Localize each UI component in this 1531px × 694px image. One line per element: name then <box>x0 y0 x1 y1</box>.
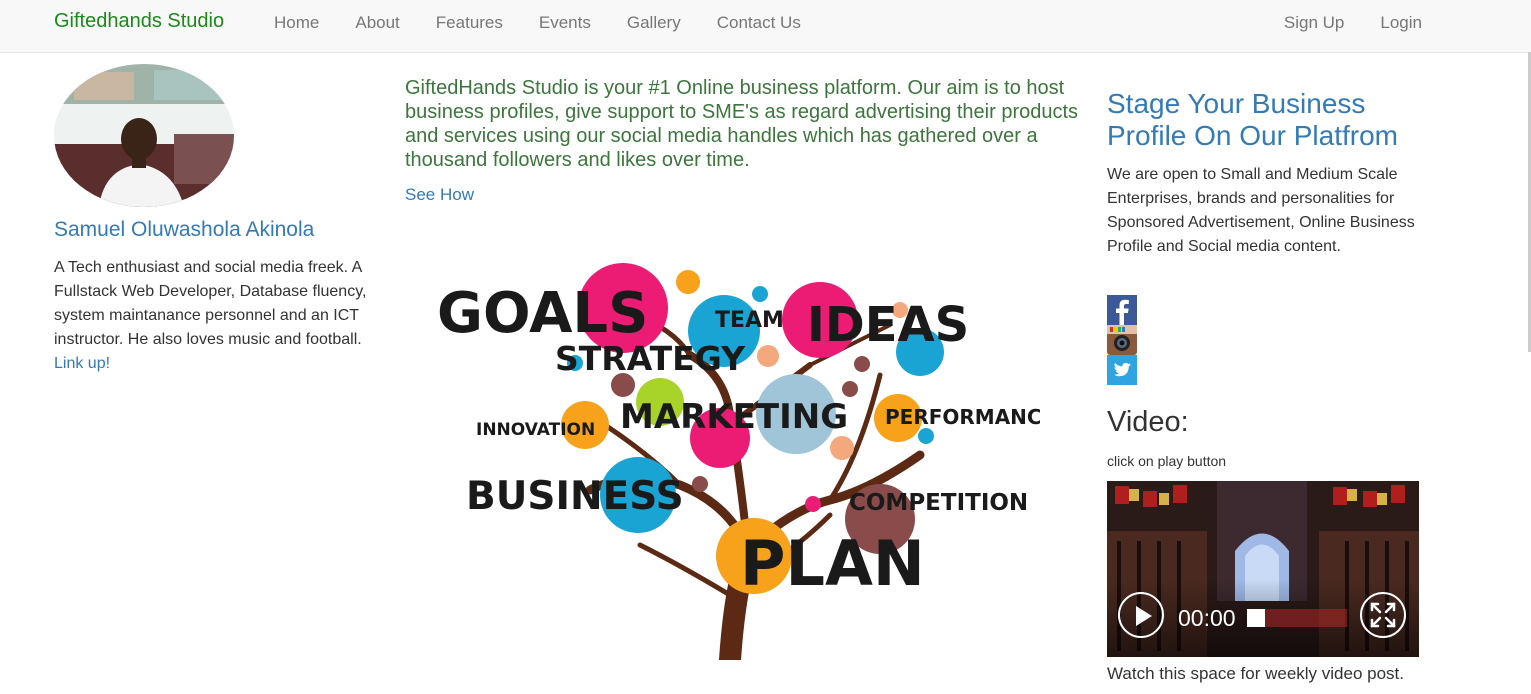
profile-bio-text: A Tech enthusiast and social media freek… <box>54 259 367 348</box>
fullscreen-icon <box>1370 602 1396 628</box>
play-button[interactable] <box>1118 592 1164 638</box>
strategy-tree-image: GOALS TEAM IDEAS STRATEGY INNOVATION MAR… <box>430 255 1055 671</box>
tree-word-performance: PERFORMANCE <box>885 405 1040 429</box>
profile-avatar <box>54 64 234 207</box>
tree-word-innovation: INNOVATION <box>476 420 595 440</box>
facebook-icon[interactable] <box>1107 295 1137 325</box>
stage-text: We are open to Small and Medium Scale En… <box>1107 166 1415 255</box>
video-caption: Watch this space for weekly video post. <box>1107 664 1405 683</box>
instagram-icon[interactable] <box>1107 325 1137 355</box>
video-time: 00:00 <box>1178 605 1236 631</box>
intro-text: GiftedHands Studio is your #1 Online bus… <box>405 77 1079 171</box>
tree-word-marketing: MARKETING <box>620 397 848 437</box>
tree-word-goals: GOALS <box>437 281 648 346</box>
tree-word-plan: PLAN <box>740 527 925 600</box>
nav-gallery[interactable]: Gallery <box>627 13 681 33</box>
seek-thumb[interactable] <box>1247 609 1265 627</box>
brand-link[interactable]: Giftedhands Studio <box>54 10 224 33</box>
tree-word-team: TEAM <box>715 308 784 333</box>
tree-word-competition: COMPETITION <box>849 490 1028 516</box>
nav-auth-links: Sign Up Login <box>1248 13 1422 33</box>
twitter-icon[interactable] <box>1107 355 1137 385</box>
login-link[interactable]: Login <box>1380 13 1422 33</box>
tree-word-business: BUSINESS <box>466 474 684 519</box>
stage-title: Stage Your Business Profile On Our Platf… <box>1107 88 1398 151</box>
seek-bar[interactable] <box>1247 609 1347 627</box>
navbar: Giftedhands Studio Home About Features E… <box>0 0 1531 53</box>
nav-events[interactable]: Events <box>539 13 591 33</box>
fullscreen-button[interactable] <box>1360 592 1406 638</box>
video-hint: click on play button <box>1107 453 1227 469</box>
profile-name: Samuel Oluwashola Akinola <box>54 218 315 241</box>
nav-links: Home About Features Events Gallery Conta… <box>274 13 837 33</box>
nav-about[interactable]: About <box>355 13 399 33</box>
tree-word-strategy: STRATEGY <box>555 339 746 378</box>
sign-up-link[interactable]: Sign Up <box>1284 13 1344 33</box>
tree-word-ideas: IDEAS <box>807 297 969 353</box>
video-heading: Video: <box>1107 406 1189 438</box>
see-how-link[interactable]: See How <box>405 185 474 205</box>
nav-home[interactable]: Home <box>274 13 319 33</box>
profile-bio: A Tech enthusiast and social media freek… <box>54 256 374 376</box>
nav-contact-us[interactable]: Contact Us <box>717 13 801 33</box>
nav-features[interactable]: Features <box>436 13 503 33</box>
video-player[interactable]: 00:00 <box>1107 481 1419 657</box>
link-up-link[interactable]: Link up! <box>54 355 110 372</box>
